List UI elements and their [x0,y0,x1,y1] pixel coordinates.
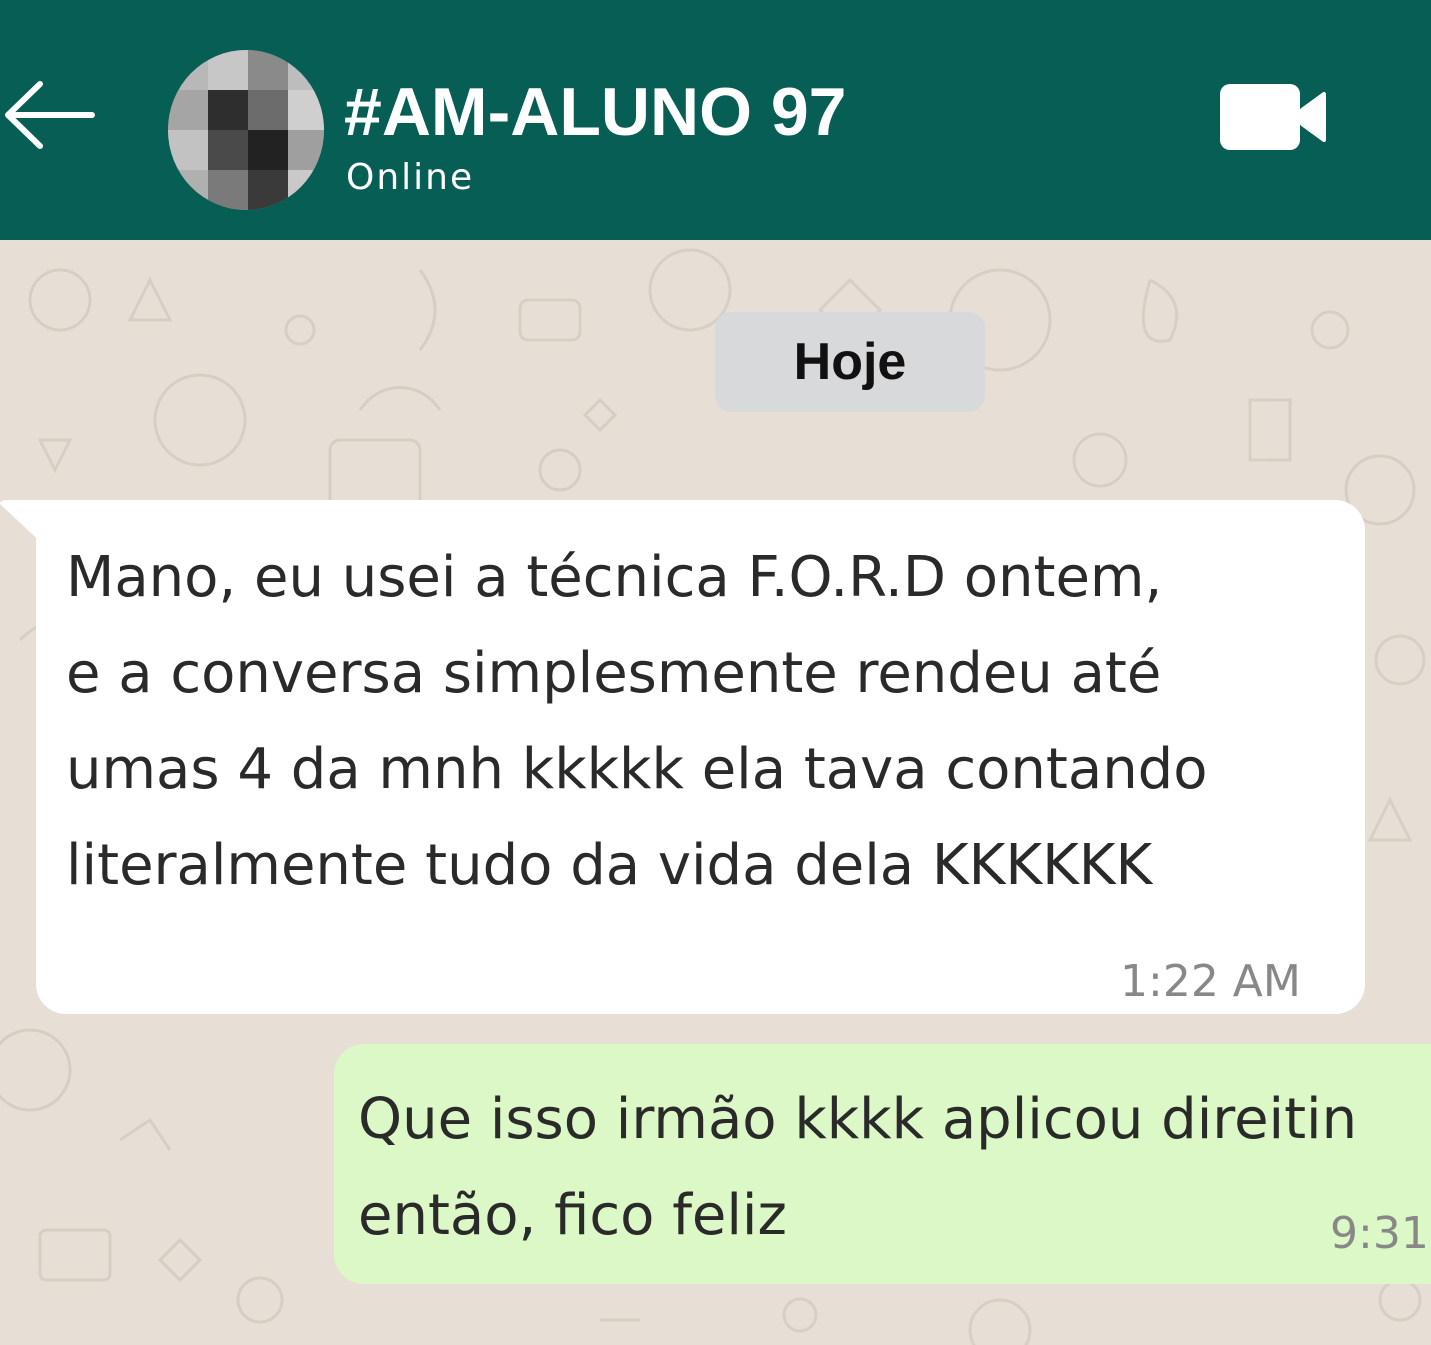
back-button[interactable] [0,70,100,160]
chat-screen: #AM-ALUNO 97 Online Hoje Mano, eu usei a… [0,0,1431,1345]
incoming-message-text: Mano, eu usei a técnica F.O.R.D ontem, e… [66,530,1208,914]
message-line: então, fico feliz [358,1183,787,1248]
message-line: Que isso irmão kkkk aplicou direitin [358,1087,1358,1152]
contact-photo [168,50,324,210]
message-line: e a conversa simplesmente rendeu até [66,641,1162,706]
outgoing-message-time: 9:31 [1330,1208,1429,1259]
video-call-icon [1220,84,1326,150]
video-call-button[interactable] [1216,80,1332,156]
contact-name[interactable]: #AM-ALUNO 97 [344,72,847,152]
avatar[interactable] [168,50,324,210]
incoming-message-time: 1:22 AM [1120,956,1301,1007]
contact-status: Online [346,157,475,198]
date-separator: Hoje [715,312,985,412]
message-line: literalmente tudo da vida dela KKKKKK [66,833,1153,898]
message-line: umas 4 da mnh kkkkk ela tava contando [66,737,1208,802]
chat-header: #AM-ALUNO 97 Online [0,0,1431,240]
message-line: Mano, eu usei a técnica F.O.R.D ontem, [66,545,1163,610]
outgoing-message-text: Que isso irmão kkkk aplicou direitin ent… [358,1072,1357,1264]
arrow-left-icon [5,81,95,149]
